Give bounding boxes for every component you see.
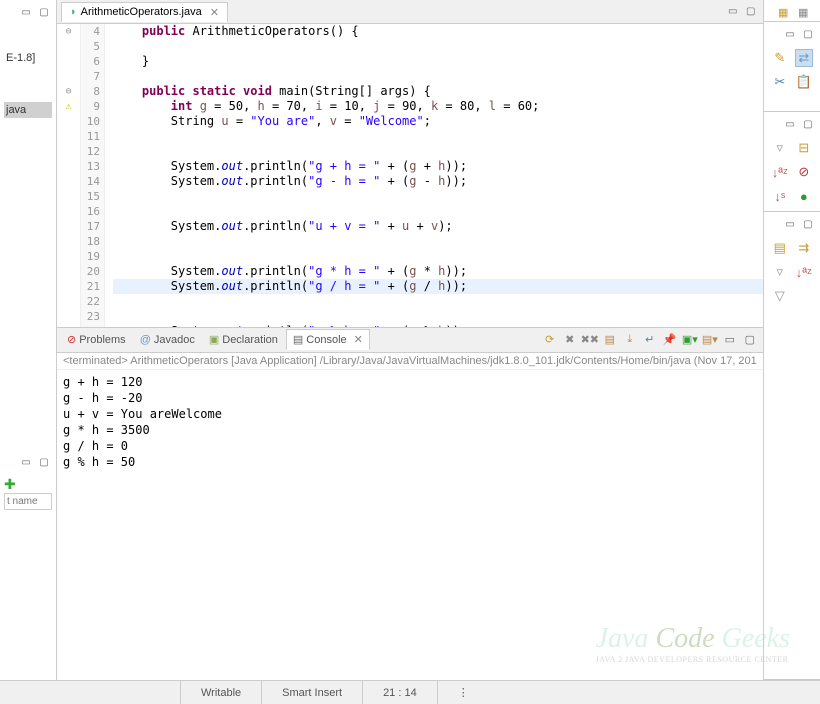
- add-icon[interactable]: ✚: [4, 476, 16, 492]
- remove-all-icon[interactable]: ✖✖: [581, 331, 599, 349]
- right-toolbar: ▦ ▦ ▭▢ ✎⇄ ✂📋 ▭▢ ▿⊟ ↓ªᶻ⊘ ↓ˢ● ▭▢ ▤⇉ ▿↓ªᶻ ▽: [763, 0, 820, 680]
- sync-icon[interactable]: ●: [795, 187, 813, 205]
- minimize-icon[interactable]: ▭: [18, 4, 34, 20]
- sort-icon-2[interactable]: ↓ˢ: [771, 187, 789, 205]
- restore-icon[interactable]: ▢: [36, 4, 52, 20]
- collapse-icon[interactable]: ⊟: [795, 139, 813, 157]
- views-tab-bar: ⊘Problems @Javadoc ▣Declaration ▤Console…: [57, 327, 763, 353]
- minimize-icon[interactable]: ▭: [18, 454, 34, 470]
- close-icon[interactable]: ▢: [800, 216, 816, 232]
- maximize-icon[interactable]: ▢: [743, 4, 759, 20]
- package-label[interactable]: java: [4, 102, 52, 118]
- terminate-relaunch-icon[interactable]: ⟳: [541, 331, 559, 349]
- paste-icon[interactable]: 📋: [795, 73, 813, 91]
- sort-az-icon[interactable]: ↓ªᶻ: [771, 163, 789, 181]
- tab-console[interactable]: ▤Console✕: [286, 329, 370, 350]
- task-icon[interactable]: ▤: [771, 239, 789, 257]
- filter-icon[interactable]: ▿: [771, 139, 789, 157]
- name-filter-input[interactable]: [4, 493, 52, 510]
- tab-javadoc[interactable]: @Javadoc: [134, 331, 201, 349]
- clear-console-icon[interactable]: ▤: [601, 331, 619, 349]
- filter-icon[interactable]: ▿: [771, 263, 789, 281]
- code-editor[interactable]: ⊖⊖⚠ 456789101112131415161718192021222324…: [57, 24, 763, 327]
- close-tab-icon[interactable]: ✕: [210, 6, 219, 19]
- perspective-icon[interactable]: ▦: [778, 6, 794, 22]
- java-file-icon: ◗: [70, 6, 77, 18]
- status-writable: Writable: [180, 681, 261, 704]
- perspective-icon-2[interactable]: ▦: [798, 6, 814, 22]
- scroll-lock-icon[interactable]: ⤓: [621, 331, 639, 349]
- status-insert-mode: Smart Insert: [261, 681, 362, 704]
- pin-console-icon[interactable]: 📌: [661, 331, 679, 349]
- sort-az-icon[interactable]: ↓ªᶻ: [795, 263, 813, 281]
- link-icon[interactable]: ⇄: [795, 49, 813, 67]
- close-icon[interactable]: ✕: [354, 333, 363, 346]
- restore-icon[interactable]: ▢: [36, 454, 52, 470]
- remove-launch-icon[interactable]: ✖: [561, 331, 579, 349]
- maximize-icon[interactable]: ▢: [741, 331, 759, 349]
- restore-icon[interactable]: ▭: [782, 216, 798, 232]
- word-wrap-icon[interactable]: ↵: [641, 331, 659, 349]
- editor-tab[interactable]: ◗ ArithmeticOperators.java ✕: [61, 2, 228, 22]
- cut-icon[interactable]: ✂: [771, 73, 789, 91]
- hide-icon[interactable]: ⊘: [795, 163, 813, 181]
- collapse-icon[interactable]: ▽: [771, 287, 789, 305]
- hierarchy-icon[interactable]: ⇉: [795, 239, 813, 257]
- restore-icon[interactable]: ▭: [782, 116, 798, 132]
- editor-tab-label: ArithmeticOperators.java: [81, 6, 202, 18]
- jre-label[interactable]: E-1.8]: [4, 50, 52, 66]
- minimize-icon[interactable]: ▭: [721, 331, 739, 349]
- console-launched-info: <terminated> ArithmeticOperators [Java A…: [57, 353, 763, 370]
- minimize-icon[interactable]: ▭: [725, 4, 741, 20]
- tab-declaration[interactable]: ▣Declaration: [203, 330, 284, 349]
- new-icon[interactable]: ✎: [771, 49, 789, 67]
- status-bar: Writable Smart Insert 21 : 14 ⋮: [0, 680, 820, 704]
- restore-icon[interactable]: ▭: [782, 26, 798, 42]
- left-sidebar: ▭ ▢ E-1.8] java ▭ ▢ ✚: [0, 0, 57, 680]
- console-output[interactable]: g + h = 120g - h = -20u + v = You areWel…: [57, 370, 763, 681]
- tab-problems[interactable]: ⊘Problems: [61, 330, 132, 349]
- open-console-icon[interactable]: ▤▾: [701, 331, 719, 349]
- close-icon[interactable]: ▢: [800, 26, 816, 42]
- status-cursor: 21 : 14: [362, 681, 437, 704]
- close-icon[interactable]: ▢: [800, 116, 816, 132]
- display-console-icon[interactable]: ▣▾: [681, 331, 699, 349]
